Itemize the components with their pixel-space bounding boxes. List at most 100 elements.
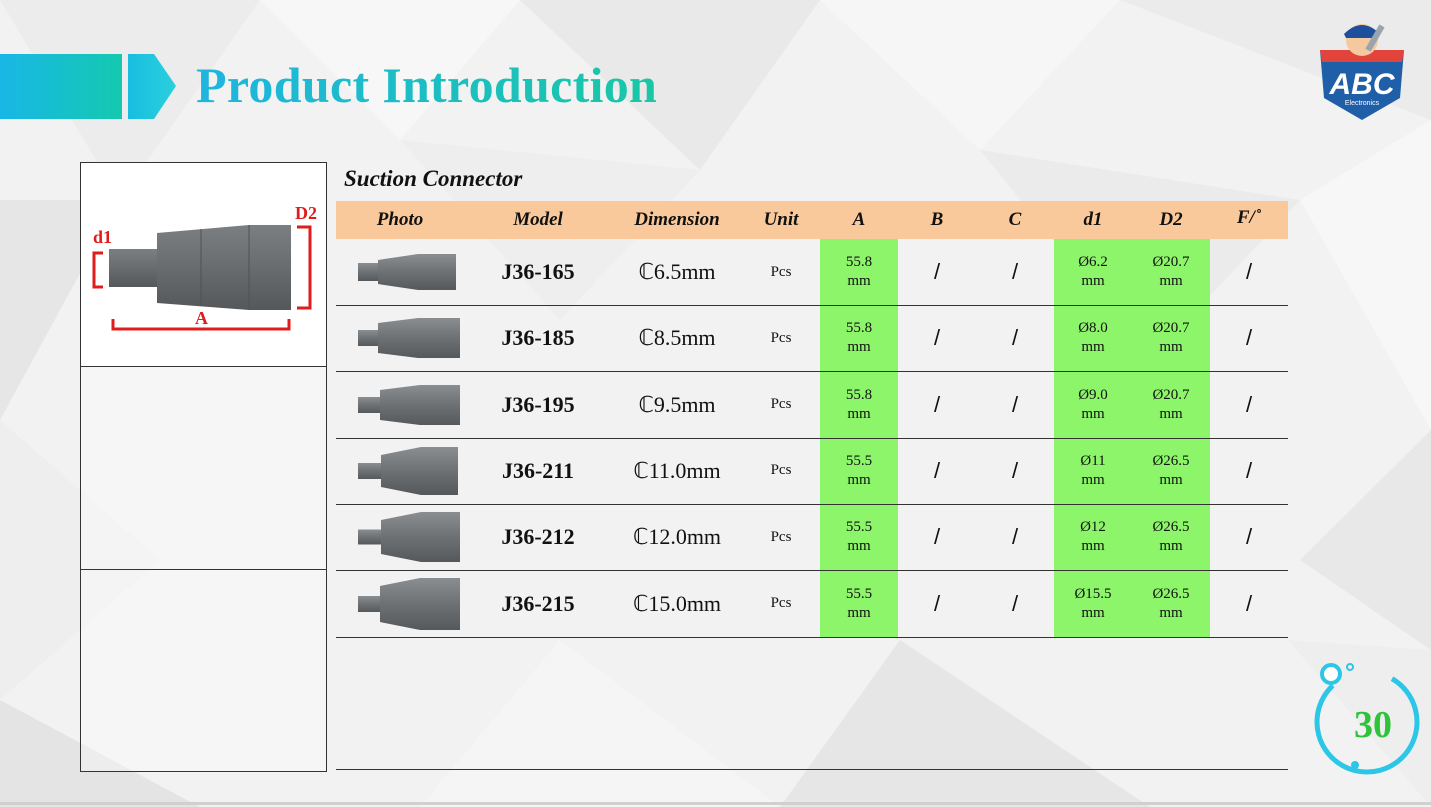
- cell-f: /: [1245, 259, 1253, 284]
- cell-d2-line: Ø26.5: [1152, 452, 1190, 469]
- table-header: Photo Model Dimension Unit A B C d1 D2 F…: [336, 201, 1288, 239]
- cell-unit: Pcs: [770, 462, 792, 479]
- cell-d1-line: mm: [1081, 604, 1105, 621]
- cell-a-stack: 55.8 mm: [846, 386, 872, 424]
- cell-d1-line: mm: [1081, 471, 1105, 488]
- cell-a-line: 55.5: [845, 585, 873, 602]
- cell-model: J36-185: [501, 325, 575, 351]
- cell-f: /: [1245, 325, 1253, 351]
- cell-d2-line: Ø20.7: [1152, 254, 1190, 270]
- table-row: J36-165 ℂ6.5mm Pcs 55.8 mm / / Ø6.2 mm Ø20.7 mm /: [336, 239, 1288, 306]
- svg-text:Electronics: Electronics: [1345, 100, 1380, 107]
- cell-d2: Ø26.5 mm: [1132, 504, 1210, 570]
- cell-dimension: ℂ12.0mm: [632, 524, 722, 550]
- cell-a-stack: 55.5 mm: [846, 518, 872, 556]
- table-row: J36-185 ℂ8.5mm Pcs 55.8 mm / / Ø8.0 mm Ø20.7 mm /: [336, 305, 1288, 373]
- cell-d1-line: mm: [1081, 405, 1105, 422]
- cell-a: 55.5 mm: [820, 438, 898, 504]
- cell-d2: Ø26.5 mm: [1132, 438, 1210, 504]
- cell-d2: Ø20.7 mm: [1132, 239, 1210, 305]
- cell-d1: Ø9.0 mm: [1054, 372, 1132, 438]
- header-unit: Unit: [763, 209, 799, 230]
- cell-a: 55.8 mm: [820, 372, 898, 438]
- cell-a-line: 55.5: [845, 452, 873, 469]
- cell-d1-line: Ø11: [1080, 452, 1106, 469]
- cell-a-line: 55.8: [845, 386, 873, 403]
- cell-a: 55.8 mm: [820, 305, 898, 371]
- cell-d2: Ø20.7 mm: [1132, 305, 1210, 371]
- svg-text:ABC: ABC: [1329, 68, 1396, 101]
- label-a: A: [195, 308, 208, 328]
- cell-d1-line: Ø12: [1080, 519, 1106, 536]
- cell-d2-stack: Ø26.5 mm: [1152, 585, 1189, 623]
- cell-a: 55.5 mm: [820, 504, 898, 570]
- cell-d2-line: mm: [1159, 273, 1183, 289]
- connector-dimension-diagram: [92, 225, 312, 331]
- cell-d1-line: mm: [1081, 273, 1105, 289]
- cell-d1-stack: Ø11 mm: [1080, 452, 1105, 490]
- table-row: J36-215 ℂ15.0mm Pcs 55.5 mm / / Ø15.5 mm Ø26.5 mm /: [336, 571, 1288, 638]
- cell-c: /: [1011, 391, 1019, 417]
- header-f: F/˚: [1236, 207, 1262, 228]
- cell-d2-line: Ø20.7: [1152, 320, 1190, 337]
- cell-dimension: ℂ15.0mm: [632, 590, 722, 616]
- cell-a-line: mm: [847, 339, 871, 356]
- cell-d2-line: mm: [1159, 339, 1183, 356]
- cell-d1: Ø12 mm: [1054, 504, 1132, 570]
- cell-dimension: ℂ9.5mm: [638, 391, 716, 417]
- footer-rule: [0, 802, 1431, 805]
- cell-unit: Pcs: [770, 528, 792, 545]
- cell-d1: Ø8.0 mm: [1054, 305, 1132, 371]
- cell-d1: Ø11 mm: [1054, 438, 1132, 504]
- cell-unit: Pcs: [770, 396, 792, 413]
- cell-a-line: 55.5: [845, 519, 873, 536]
- cell-d1-stack: Ø9.0 mm: [1078, 386, 1108, 424]
- cell-b: /: [933, 259, 941, 284]
- cell-d1-stack: Ø15.5 mm: [1074, 585, 1111, 623]
- cell-d2-line: Ø20.7: [1152, 386, 1190, 403]
- cell-c: /: [1011, 325, 1019, 351]
- cell-d2-stack: Ø20.7 mm: [1152, 253, 1189, 291]
- cell-d1-stack: Ø8.0 mm: [1078, 319, 1108, 357]
- cell-c: /: [1011, 457, 1019, 483]
- connector-photo-icon: [350, 571, 470, 637]
- cell-f: /: [1245, 524, 1253, 550]
- diagram-cell: d1 D2 A: [81, 163, 326, 367]
- cell-d1-line: Ø15.5: [1074, 585, 1112, 602]
- diagram-panel: d1 D2 A: [80, 162, 327, 772]
- cell-d1-stack: Ø12 mm: [1080, 518, 1106, 556]
- header-a: A: [852, 209, 866, 230]
- cell-b: /: [933, 325, 941, 351]
- cell-d2-line: mm: [1159, 471, 1183, 488]
- title-arrow-shape: [128, 54, 176, 119]
- cell-f: /: [1245, 457, 1253, 483]
- cell-a-stack: 55.5 mm: [846, 452, 872, 490]
- cell-d1-line: Ø8.0: [1078, 320, 1108, 337]
- cell-d2-line: mm: [1159, 538, 1183, 555]
- header-d1: d1: [1083, 209, 1103, 230]
- header-model: Model: [513, 209, 563, 230]
- header-d2: D2: [1159, 209, 1183, 230]
- table-bottom-rule: [336, 769, 1288, 770]
- cell-a-stack: 55.5 mm: [846, 585, 872, 623]
- table-row: J36-211 ℂ11.0mm Pcs 55.5 mm / / Ø11 mm Ø26.5 mm /: [336, 438, 1288, 505]
- header-photo: Photo: [376, 209, 424, 230]
- page-number: 30: [1354, 704, 1392, 746]
- cell-d2-stack: Ø20.7 mm: [1152, 386, 1189, 424]
- cell-c: /: [1011, 524, 1019, 550]
- cell-d2: Ø26.5 mm: [1132, 571, 1210, 637]
- connector-photo-icon: [350, 305, 470, 371]
- cell-model: J36-195: [501, 391, 575, 417]
- connector-photo-icon: [350, 372, 470, 438]
- cell-dimension: ℂ11.0mm: [633, 457, 721, 483]
- cell-unit: Pcs: [770, 595, 792, 611]
- cell-c: /: [1011, 259, 1019, 284]
- cell-d2-line: Ø26.5: [1152, 519, 1190, 536]
- cell-b: /: [933, 457, 941, 483]
- cell-a-stack: 55.8 mm: [846, 253, 872, 291]
- cell-d1: Ø6.2 mm: [1054, 239, 1132, 305]
- cell-unit: Pcs: [770, 263, 792, 280]
- cell-a-stack: 55.8 mm: [846, 319, 872, 357]
- cell-model: J36-211: [501, 457, 575, 483]
- cell-d1: Ø15.5 mm: [1054, 571, 1132, 637]
